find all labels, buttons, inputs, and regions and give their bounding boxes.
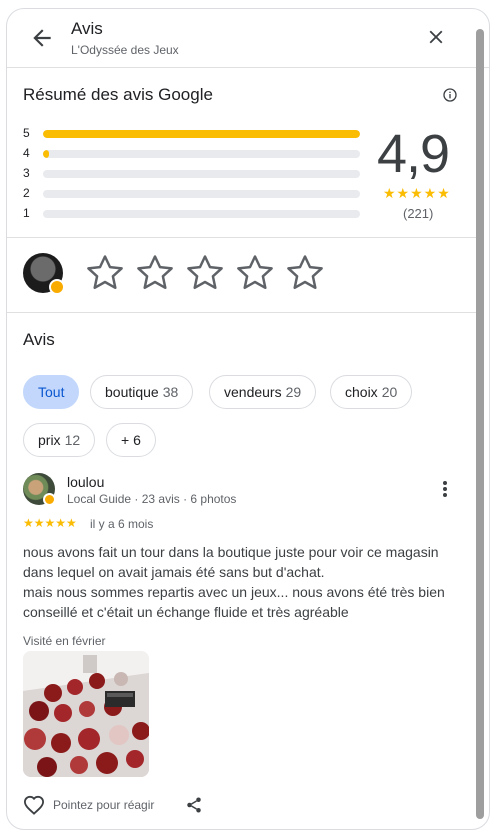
header: Avis L'Odyssée des Jeux <box>7 9 489 68</box>
rating-row: 5 <box>23 126 363 146</box>
scrollbar[interactable] <box>476 29 484 819</box>
rating-row: 4 <box>23 146 363 166</box>
rate-stars <box>85 253 335 298</box>
filter-chip-label: prix <box>38 432 61 448</box>
close-icon[interactable] <box>425 26 447 48</box>
filter-chip-count: 20 <box>381 384 398 400</box>
filter-chip-count: 29 <box>285 384 302 400</box>
rating-bar-track <box>43 190 360 198</box>
rate-star-icon[interactable] <box>285 253 325 293</box>
divider <box>7 237 476 238</box>
share-icon[interactable] <box>185 796 203 814</box>
heart-icon[interactable] <box>23 795 45 815</box>
rating-bar-track <box>43 210 360 218</box>
filter-chip[interactable]: choix 20 <box>330 375 413 409</box>
filter-chip-label: boutique <box>105 384 159 400</box>
info-icon[interactable] <box>442 87 458 103</box>
visited-date: Visité en février <box>23 634 106 648</box>
rating-row-label: 4 <box>23 146 30 160</box>
filter-chip[interactable]: boutique 38 <box>90 375 194 409</box>
review-photo[interactable] <box>23 651 149 777</box>
reviews-panel: Avis L'Odyssée des Jeux Résumé des avis … <box>6 8 490 830</box>
like-label[interactable]: Pointez pour réagir <box>53 798 154 812</box>
rate-star-icon[interactable] <box>85 253 125 293</box>
rating-distribution: 5 4 3 2 1 <box>23 126 363 226</box>
local-guide-badge <box>43 493 56 506</box>
rating-row-label: 3 <box>23 166 30 180</box>
page-title: Avis <box>71 19 103 38</box>
rating-bar-track <box>43 170 360 178</box>
rating-bar-track <box>43 130 360 138</box>
more-vert-icon[interactable] <box>437 479 453 499</box>
place-name: L'Odyssée des Jeux <box>71 43 179 57</box>
arrow-back-icon[interactable] <box>29 25 55 51</box>
rating-row-label: 5 <box>23 126 30 140</box>
rate-star-icon[interactable] <box>235 253 275 293</box>
filter-chip-count: 12 <box>64 432 81 448</box>
review-count: (221) <box>403 206 434 221</box>
filter-chip-label: vendeurs <box>224 384 282 400</box>
divider <box>7 312 476 313</box>
filter-chip[interactable]: prix 12 <box>23 423 96 457</box>
rating-row-label: 1 <box>23 206 30 220</box>
rating-bar-track <box>43 150 360 158</box>
summary-title: Résumé des avis Google <box>23 85 213 104</box>
rating-row: 1 <box>23 206 363 226</box>
review-paragraph: mais nous sommes repartis avec un jeux..… <box>23 584 445 620</box>
reviewer-name[interactable]: loulou <box>67 474 104 490</box>
filter-chip[interactable]: + 6 <box>106 423 156 457</box>
review-date: il y a 6 mois <box>90 517 154 531</box>
review-stars: ★★★★★ <box>23 516 77 530</box>
rating-row: 3 <box>23 166 363 186</box>
filter-chip-count: 38 <box>162 384 179 400</box>
reviews-title: Avis <box>23 330 55 349</box>
rating-bar-fill <box>43 150 49 158</box>
average-rating: 4,9 <box>377 124 450 184</box>
local-guide-badge <box>49 279 65 295</box>
rating-bar-fill <box>43 130 360 138</box>
filter-chip-label: + 6 <box>121 432 141 448</box>
filter-chip-label: choix <box>345 384 378 400</box>
reviewer-meta: Local Guide · 23 avis · 6 photos <box>67 492 237 506</box>
filter-chip-label: Tout <box>38 384 65 400</box>
filter-chip[interactable]: vendeurs 29 <box>209 375 317 409</box>
review-text: nous avons fait un tour dans la boutique… <box>23 542 463 622</box>
rating-row: 2 <box>23 186 363 206</box>
review-paragraph: nous avons fait un tour dans la boutique… <box>23 544 439 580</box>
rate-star-icon[interactable] <box>185 253 225 293</box>
rating-row-label: 2 <box>23 186 30 200</box>
filter-chip[interactable]: Tout <box>23 375 80 409</box>
rate-star-icon[interactable] <box>135 253 175 293</box>
average-stars: ★★★★★ <box>383 185 451 201</box>
